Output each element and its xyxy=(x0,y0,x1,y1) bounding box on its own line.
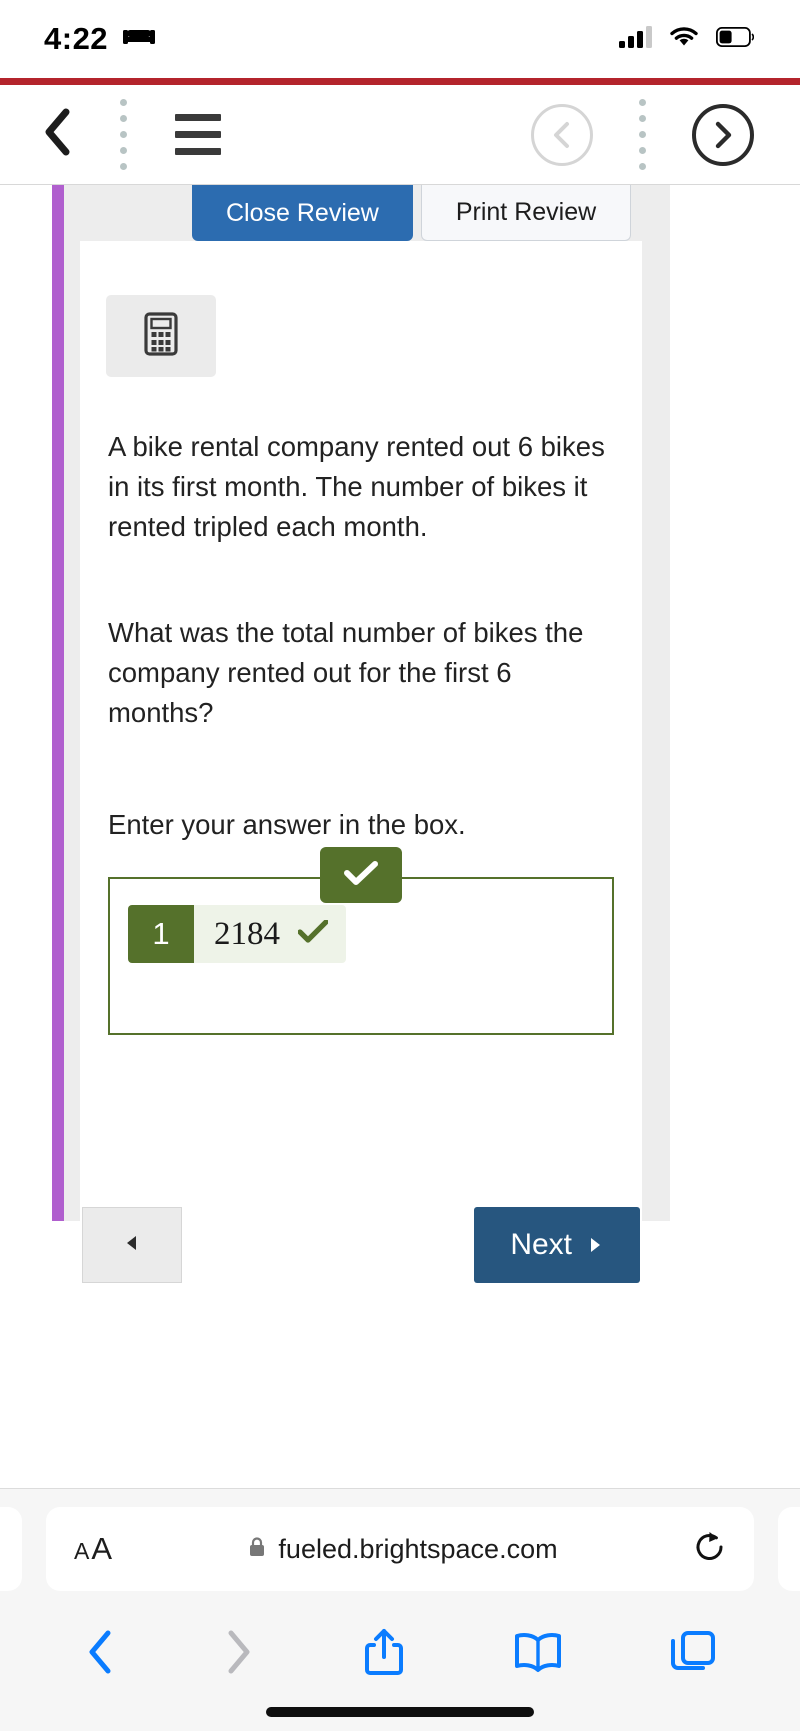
back-button[interactable] xyxy=(42,108,72,161)
status-bar-right xyxy=(619,25,755,53)
circled-chevron-right-icon[interactable] xyxy=(692,103,754,166)
lock-icon xyxy=(248,1536,266,1563)
answer-value: 2184 xyxy=(214,915,280,952)
dotted-divider-left xyxy=(120,99,127,170)
answer-value-cell: 2184 xyxy=(194,905,346,963)
browser-forward-button[interactable] xyxy=(223,1629,255,1680)
phone-screen: 4:22 Close Review Print Review A bike re… xyxy=(0,0,800,1731)
previous-tab-peek[interactable] xyxy=(0,1507,22,1591)
triangle-right-icon xyxy=(586,1228,604,1262)
question-paragraph-1: A bike rental company rented out 6 bikes… xyxy=(108,431,605,542)
course-accent-rail xyxy=(52,185,64,1221)
circled-chevron-left-icon[interactable] xyxy=(531,103,593,166)
calculator-button[interactable] xyxy=(106,295,216,377)
previous-question-button[interactable] xyxy=(82,1207,182,1283)
question-navigation: Next xyxy=(80,1207,642,1285)
correct-badge xyxy=(320,847,402,903)
tabs-icon[interactable] xyxy=(670,1630,716,1679)
battery-icon xyxy=(715,26,755,52)
next-question-button[interactable]: Next xyxy=(474,1207,640,1283)
print-review-button[interactable]: Print Review xyxy=(420,185,632,241)
webview-content: Close Review Print Review A bike rental … xyxy=(0,185,800,1337)
status-time: 4:22 xyxy=(44,21,109,56)
wifi-icon xyxy=(669,26,699,53)
address-bar-row: AA fueled.brightspace.com xyxy=(0,1489,800,1609)
close-review-button[interactable]: Close Review xyxy=(192,185,413,241)
next-button-label: Next xyxy=(510,1228,572,1261)
review-action-buttons: Close Review Print Review xyxy=(192,185,632,241)
bed-icon xyxy=(122,26,156,53)
dotted-divider-right xyxy=(639,99,646,170)
next-tab-peek[interactable] xyxy=(778,1507,800,1591)
status-bar: 4:22 xyxy=(0,0,800,78)
bookmarks-icon[interactable] xyxy=(513,1631,563,1678)
signal-bars-icon xyxy=(619,25,652,53)
answer-correct-checkmark-icon xyxy=(297,916,329,953)
text-size-button[interactable]: AA xyxy=(74,1531,112,1567)
text-size-large-a: A xyxy=(91,1531,113,1566)
answer-region: 1 2184 xyxy=(108,847,614,1035)
answer-field[interactable]: 1 2184 xyxy=(128,905,346,963)
triangle-left-icon xyxy=(123,1234,141,1257)
share-icon[interactable] xyxy=(363,1627,405,1682)
calculator-icon xyxy=(144,311,178,361)
question-card: A bike rental company rented out 6 bikes… xyxy=(80,241,642,1285)
url-text: fueled.brightspace.com xyxy=(278,1533,558,1564)
address-bar[interactable]: AA fueled.brightspace.com xyxy=(46,1507,754,1591)
browser-bottom-bar: AA fueled.brightspace.com xyxy=(0,1488,800,1731)
app-navigation-toolbar xyxy=(0,85,800,185)
checkmark-icon xyxy=(344,860,378,891)
question-paragraph-2: What was the total number of bikes the c… xyxy=(108,617,584,728)
text-size-small-a: A xyxy=(74,1538,90,1564)
browser-back-button[interactable] xyxy=(84,1629,116,1680)
url-display[interactable]: fueled.brightspace.com xyxy=(112,1534,694,1565)
brand-accent-bar xyxy=(0,78,800,85)
hamburger-menu-icon[interactable] xyxy=(175,114,221,155)
answer-prompt: Enter your answer in the box. xyxy=(108,809,466,840)
status-bar-left: 4:22 xyxy=(44,21,156,57)
reload-icon[interactable] xyxy=(694,1530,726,1569)
answer-number-badge: 1 xyxy=(128,905,194,963)
home-indicator xyxy=(266,1707,534,1717)
browser-toolbar xyxy=(0,1609,800,1699)
